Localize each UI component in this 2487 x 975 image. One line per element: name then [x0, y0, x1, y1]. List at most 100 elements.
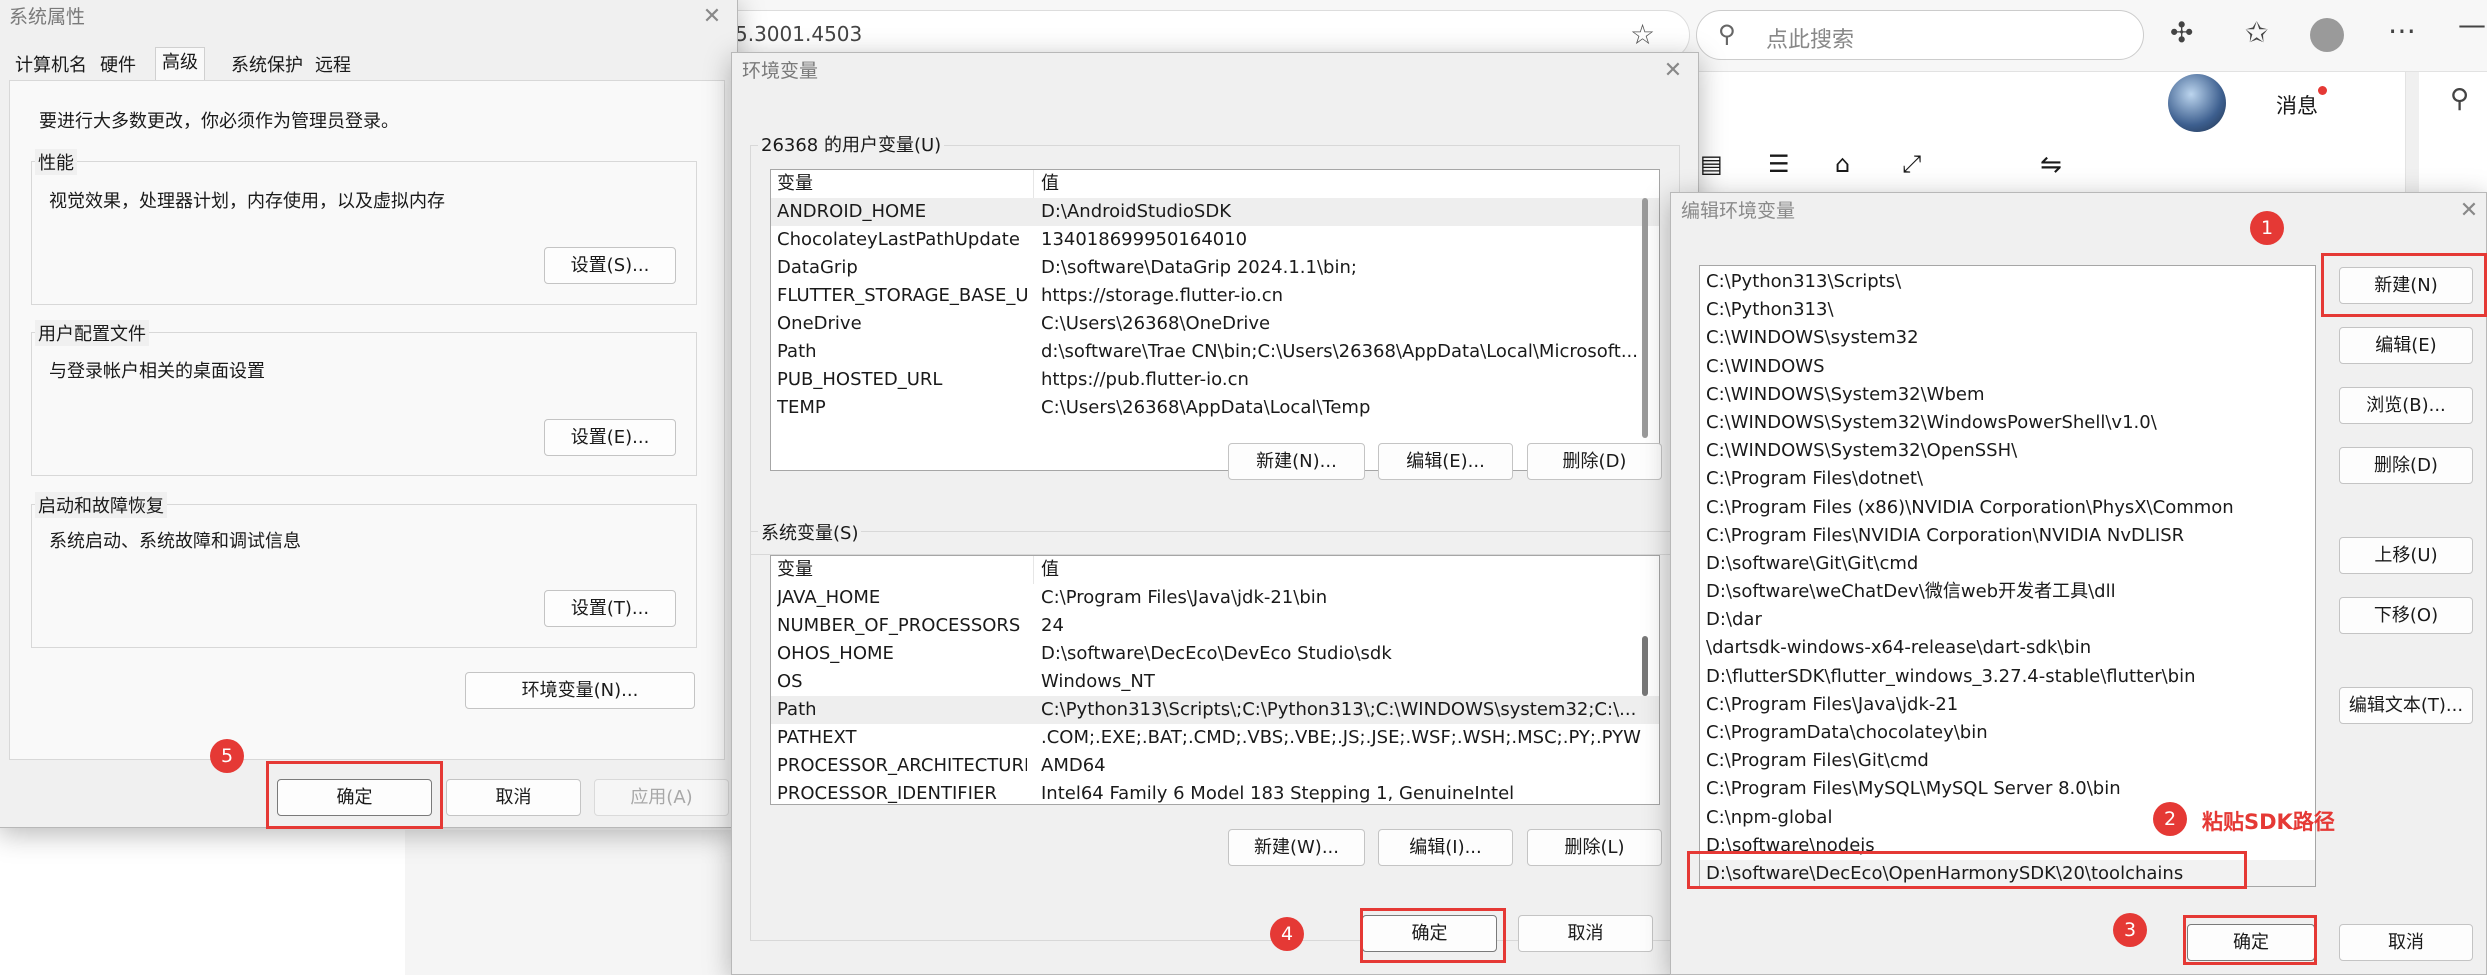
tab-advanced[interactable]: 高级: [155, 47, 205, 81]
path-item[interactable]: C:\ProgramData\chocolatey\bin: [1700, 719, 2315, 747]
path-item[interactable]: C:\Program Files\Git\cmd: [1700, 747, 2315, 775]
user-profile-settings-button[interactable]: 设置(E)...: [544, 419, 676, 456]
profile-avatar-icon[interactable]: [2310, 18, 2344, 52]
system-vars-table[interactable]: 变量 值 JAVA_HOME C:\Program Files\Java\jdk-…: [770, 555, 1660, 805]
favorite-star-icon[interactable]: ☆: [1630, 18, 1655, 51]
annotation-badge-2: 2: [2153, 802, 2187, 836]
extensions-icon[interactable]: ✣: [2170, 16, 2193, 49]
path-item[interactable]: C:\WINDOWS\system32: [1700, 324, 2315, 352]
table-row[interactable]: PUB_HOSTED_URL https://pub.flutter-io.cn: [771, 366, 1659, 394]
system-new-button[interactable]: 新建(W)...: [1228, 829, 1365, 866]
table-row[interactable]: JAVA_HOME C:\Program Files\Java\jdk-21\bi…: [771, 584, 1659, 612]
var-value: https://storage.flutter-io.cn: [1041, 285, 1284, 306]
edit-edit-button[interactable]: 编辑(E): [2339, 327, 2473, 364]
system-edit-button[interactable]: 编辑(I)...: [1378, 829, 1513, 866]
tab-hardware[interactable]: 硬件: [94, 51, 142, 81]
annotation-box-sysprops-ok: [266, 761, 443, 829]
minimize-icon[interactable]: —: [2458, 8, 2486, 41]
bold-icon[interactable]: ▤: [1700, 150, 1723, 178]
page-left-panel: [405, 830, 735, 975]
path-item[interactable]: D:\dar: [1700, 606, 2315, 634]
table-row[interactable]: PROCESSOR_ARCHITECTURE AMD64: [771, 752, 1659, 780]
path-item[interactable]: C:\Program Files (x86)\NVIDIA Corporatio…: [1700, 494, 2315, 522]
col-val-header[interactable]: 值: [1041, 556, 1641, 584]
close-icon[interactable]: ✕: [697, 0, 727, 35]
search-box[interactable]: [1696, 10, 2144, 60]
collections-icon[interactable]: ✩: [2245, 16, 2268, 49]
message-label[interactable]: 消息: [2276, 90, 2318, 120]
edit-move-down-button[interactable]: 下移(O): [2339, 597, 2473, 634]
column-divider[interactable]: [1033, 170, 1034, 198]
sysprops-apply-button[interactable]: 应用(A): [594, 779, 729, 816]
edit-delete-button[interactable]: 删除(D): [2339, 447, 2473, 484]
col-val-header[interactable]: 值: [1041, 170, 1641, 198]
user-new-button[interactable]: 新建(N)...: [1228, 443, 1365, 480]
path-item[interactable]: C:\WINDOWS\System32\OpenSSH\: [1700, 437, 2315, 465]
table-row[interactable]: OHOS_HOME D:\software\DecEco\DevEco Studi…: [771, 640, 1659, 668]
system-delete-button[interactable]: 删除(L): [1527, 829, 1662, 866]
table-row[interactable]: TEMP C:\Users\26368\AppData\Local\Temp: [771, 394, 1659, 422]
user-edit-button[interactable]: 编辑(E)...: [1378, 443, 1513, 480]
table-row[interactable]: DataGrip D:\software\DataGrip 2024.1.1\bi…: [771, 254, 1659, 282]
table-row[interactable]: NUMBER_OF_PROCESSORS 24: [771, 612, 1659, 640]
startup-settings-button[interactable]: 设置(T)...: [544, 590, 676, 627]
performance-settings-button[interactable]: 设置(S)...: [544, 247, 676, 284]
swap-icon[interactable]: ⇋: [2040, 150, 2062, 180]
col-var-header[interactable]: 变量: [777, 556, 1027, 584]
tab-computer-name[interactable]: 计算机名: [9, 51, 93, 81]
system-vars-scrollbar[interactable]: [1642, 636, 1648, 696]
list-icon[interactable]: ☰: [1768, 150, 1790, 178]
var-name: PATHEXT: [777, 727, 857, 748]
table-row[interactable]: OS Windows_NT: [771, 668, 1659, 696]
path-item[interactable]: C:\Program Files\MySQL\MySQL Server 8.0\…: [1700, 775, 2315, 803]
path-item[interactable]: C:\Program Files\dotnet\: [1700, 465, 2315, 493]
table-row[interactable]: PROCESSOR_IDENTIFIER Intel64 Family 6 Mod…: [771, 780, 1659, 804]
path-item[interactable]: D:\software\weChatDev\微信web开发者工具\dll: [1700, 578, 2315, 606]
var-value: AMD64: [1041, 755, 1106, 776]
admin-note: 要进行大多数更改，你必须作为管理员登录。: [39, 111, 399, 132]
user-vars-scrollbar[interactable]: [1642, 198, 1648, 438]
path-item[interactable]: \dartsdk-windows-x64-release\dart-sdk\bi…: [1700, 634, 2315, 662]
table-row[interactable]: PATHEXT .COM;.EXE;.BAT;.CMD;.VBS;.VBE;.JS…: [771, 724, 1659, 752]
format-icon[interactable]: ⌂: [1835, 150, 1850, 178]
path-item[interactable]: C:\WINDOWS\System32\WindowsPowerShell\v1…: [1700, 409, 2315, 437]
annotation-badge-1: 1: [2250, 211, 2284, 245]
annotation-badge-5: 5: [210, 739, 244, 773]
table-row[interactable]: OneDrive C:\Users\26368\OneDrive: [771, 310, 1659, 338]
close-icon[interactable]: ✕: [1658, 53, 1688, 89]
path-item[interactable]: C:\Python313\Scripts\: [1700, 268, 2315, 296]
table-row[interactable]: Path d:\software\Trae CN\bin;C:\Users\263…: [771, 338, 1659, 366]
var-name: JAVA_HOME: [777, 587, 881, 608]
user-vars-table[interactable]: 变量 值 ANDROID_HOME D:\AndroidStudioSDK Choc…: [770, 169, 1660, 471]
path-item[interactable]: D:\flutterSDK\flutter_windows_3.27.4-sta…: [1700, 663, 2315, 691]
table-row[interactable]: ChocolateyLastPathUpdate 1340186999501640…: [771, 226, 1659, 254]
path-item[interactable]: D:\software\Git\Git\cmd: [1700, 550, 2315, 578]
table-row[interactable]: Path C:\Python313\Scripts\;C:\Python313\;…: [771, 696, 1659, 724]
close-icon[interactable]: ✕: [2454, 193, 2484, 229]
path-item[interactable]: C:\Python313\: [1700, 296, 2315, 324]
user-delete-button[interactable]: 删除(D): [1527, 443, 1662, 480]
tab-remote[interactable]: 远程: [309, 51, 357, 81]
edit-move-up-button[interactable]: 上移(U): [2339, 537, 2473, 574]
path-item[interactable]: C:\WINDOWS: [1700, 353, 2315, 381]
environment-variables-button[interactable]: 环境变量(N)...: [465, 672, 695, 709]
col-var-header[interactable]: 变量: [777, 170, 1027, 198]
edit-text-button[interactable]: 编辑文本(T)...: [2339, 687, 2473, 724]
edit-browse-button[interactable]: 浏览(B)...: [2339, 387, 2473, 424]
tab-system-protection[interactable]: 系统保护: [225, 51, 309, 81]
sysprops-cancel-button[interactable]: 取消: [446, 779, 581, 816]
path-item[interactable]: C:\WINDOWS\System32\Wbem: [1700, 381, 2315, 409]
envvars-cancel-button[interactable]: 取消: [1518, 915, 1653, 952]
editenv-cancel-button[interactable]: 取消: [2339, 924, 2473, 961]
sidebar-search-icon[interactable]: ⚲: [2450, 84, 2469, 114]
table-row[interactable]: ANDROID_HOME D:\AndroidStudioSDK: [771, 198, 1659, 226]
column-divider[interactable]: [1033, 556, 1034, 584]
more-menu-icon[interactable]: ⋯: [2388, 14, 2416, 47]
path-list[interactable]: C:\Python313\Scripts\ C:\Python313\ C:\WIN…: [1699, 265, 2316, 887]
table-row[interactable]: FLUTTER_STORAGE_BASE_U... https://storage…: [771, 282, 1659, 310]
path-item[interactable]: C:\Program Files\Java\jdk-21: [1700, 691, 2315, 719]
user-profile-label: 用户配置文件: [35, 320, 149, 346]
path-item[interactable]: C:\Program Files\NVIDIA Corporation\NVID…: [1700, 522, 2315, 550]
fullscreen-icon[interactable]: ⤢: [1902, 150, 1921, 178]
startup-recovery-desc: 系统启动、系统故障和调试信息: [49, 531, 301, 552]
